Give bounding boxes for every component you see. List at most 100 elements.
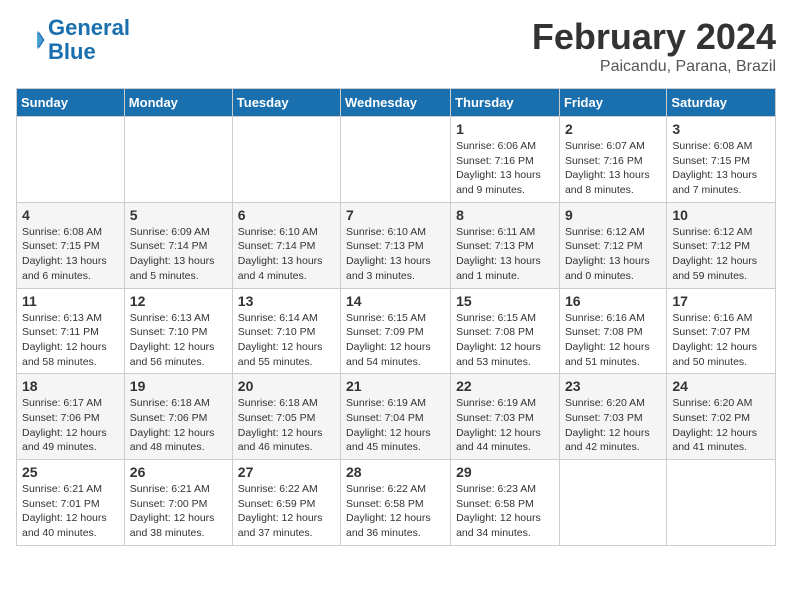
day-number: 10 xyxy=(672,207,770,223)
day-info: Sunrise: 6:08 AMSunset: 7:15 PMDaylight:… xyxy=(672,139,770,198)
day-info: Sunrise: 6:10 AMSunset: 7:14 PMDaylight:… xyxy=(238,225,335,284)
day-info: Sunrise: 6:15 AMSunset: 7:08 PMDaylight:… xyxy=(456,311,554,370)
day-number: 25 xyxy=(22,464,119,480)
week-row-1: 1 Sunrise: 6:06 AMSunset: 7:16 PMDaylight… xyxy=(17,117,776,203)
day-number: 8 xyxy=(456,207,554,223)
day-info: Sunrise: 6:22 AMSunset: 6:59 PMDaylight:… xyxy=(238,482,335,541)
day-number: 22 xyxy=(456,378,554,394)
logo-icon xyxy=(16,25,46,55)
day-number: 12 xyxy=(130,293,227,309)
day-info: Sunrise: 6:15 AMSunset: 7:09 PMDaylight:… xyxy=(346,311,445,370)
day-cell: 24Sunrise: 6:20 AMSunset: 7:02 PMDayligh… xyxy=(667,374,776,460)
day-number: 4 xyxy=(22,207,119,223)
day-cell xyxy=(17,117,125,203)
day-cell: 12 Sunrise: 6:13 AMSunset: 7:10 PMDayligh… xyxy=(124,288,232,374)
day-info: Sunrise: 6:13 AMSunset: 7:10 PMDaylight:… xyxy=(130,311,227,370)
day-cell: 17Sunrise: 6:16 AMSunset: 7:07 PMDayligh… xyxy=(667,288,776,374)
day-cell: 18Sunrise: 6:17 AMSunset: 7:06 PMDayligh… xyxy=(17,374,125,460)
day-number: 21 xyxy=(346,378,445,394)
day-cell: 1 Sunrise: 6:06 AMSunset: 7:16 PMDaylight… xyxy=(451,117,560,203)
day-cell: 20 Sunrise: 6:18 AMSunset: 7:05 PMDayligh… xyxy=(232,374,340,460)
header-cell-friday: Friday xyxy=(559,89,666,117)
day-cell xyxy=(341,117,451,203)
day-cell: 3 Sunrise: 6:08 AMSunset: 7:15 PMDaylight… xyxy=(667,117,776,203)
title-block: February 2024 Paicandu, Parana, Brazil xyxy=(532,16,776,76)
day-info: Sunrise: 6:13 AMSunset: 7:11 PMDaylight:… xyxy=(22,311,119,370)
day-info: Sunrise: 6:09 AMSunset: 7:14 PMDaylight:… xyxy=(130,225,227,284)
day-info: Sunrise: 6:12 AMSunset: 7:12 PMDaylight:… xyxy=(565,225,661,284)
header-cell-sunday: Sunday xyxy=(17,89,125,117)
header-cell-thursday: Thursday xyxy=(451,89,560,117)
day-info: Sunrise: 6:17 AMSunset: 7:06 PMDaylight:… xyxy=(22,396,119,455)
day-number: 3 xyxy=(672,121,770,137)
calendar-header: SundayMondayTuesdayWednesdayThursdayFrid… xyxy=(17,89,776,117)
day-info: Sunrise: 6:10 AMSunset: 7:13 PMDaylight:… xyxy=(346,225,445,284)
day-cell: 9Sunrise: 6:12 AMSunset: 7:12 PMDaylight… xyxy=(559,202,666,288)
day-cell: 25 Sunrise: 6:21 AMSunset: 7:01 PMDayligh… xyxy=(17,460,125,546)
day-cell: 13 Sunrise: 6:14 AMSunset: 7:10 PMDayligh… xyxy=(232,288,340,374)
logo-line1: General xyxy=(48,15,130,40)
week-row-5: 25 Sunrise: 6:21 AMSunset: 7:01 PMDayligh… xyxy=(17,460,776,546)
day-info: Sunrise: 6:19 AMSunset: 7:03 PMDaylight:… xyxy=(456,396,554,455)
day-number: 11 xyxy=(22,293,119,309)
logo-line2: Blue xyxy=(48,39,96,64)
header-cell-wednesday: Wednesday xyxy=(341,89,451,117)
day-number: 20 xyxy=(238,378,335,394)
day-cell xyxy=(667,460,776,546)
day-number: 14 xyxy=(346,293,445,309)
location: Paicandu, Parana, Brazil xyxy=(532,58,776,76)
day-number: 15 xyxy=(456,293,554,309)
day-cell: 15 Sunrise: 6:15 AMSunset: 7:08 PMDayligh… xyxy=(451,288,560,374)
day-cell: 14 Sunrise: 6:15 AMSunset: 7:09 PMDayligh… xyxy=(341,288,451,374)
day-info: Sunrise: 6:18 AMSunset: 7:06 PMDaylight:… xyxy=(130,396,227,455)
header-cell-tuesday: Tuesday xyxy=(232,89,340,117)
day-number: 23 xyxy=(565,378,661,394)
day-cell: 28Sunrise: 6:22 AMSunset: 6:58 PMDayligh… xyxy=(341,460,451,546)
day-number: 27 xyxy=(238,464,335,480)
week-row-2: 4 Sunrise: 6:08 AMSunset: 7:15 PMDaylight… xyxy=(17,202,776,288)
day-cell: 6Sunrise: 6:10 AMSunset: 7:14 PMDaylight… xyxy=(232,202,340,288)
day-info: Sunrise: 6:23 AMSunset: 6:58 PMDaylight:… xyxy=(456,482,554,541)
day-number: 7 xyxy=(346,207,445,223)
day-number: 29 xyxy=(456,464,554,480)
day-cell xyxy=(124,117,232,203)
day-cell: 27 Sunrise: 6:22 AMSunset: 6:59 PMDayligh… xyxy=(232,460,340,546)
header-row: SundayMondayTuesdayWednesdayThursdayFrid… xyxy=(17,89,776,117)
calendar-table: SundayMondayTuesdayWednesdayThursdayFrid… xyxy=(16,88,776,546)
logo: General Blue xyxy=(16,16,130,64)
day-cell: 19 Sunrise: 6:18 AMSunset: 7:06 PMDayligh… xyxy=(124,374,232,460)
day-info: Sunrise: 6:16 AMSunset: 7:08 PMDaylight:… xyxy=(565,311,661,370)
page-header: General Blue February 2024 Paicandu, Par… xyxy=(16,16,776,76)
day-number: 5 xyxy=(130,207,227,223)
week-row-3: 11 Sunrise: 6:13 AMSunset: 7:11 PMDayligh… xyxy=(17,288,776,374)
day-info: Sunrise: 6:12 AMSunset: 7:12 PMDaylight:… xyxy=(672,225,770,284)
day-info: Sunrise: 6:18 AMSunset: 7:05 PMDaylight:… xyxy=(238,396,335,455)
day-cell: 7 Sunrise: 6:10 AMSunset: 7:13 PMDaylight… xyxy=(341,202,451,288)
day-cell: 11 Sunrise: 6:13 AMSunset: 7:11 PMDayligh… xyxy=(17,288,125,374)
header-cell-saturday: Saturday xyxy=(667,89,776,117)
day-info: Sunrise: 6:06 AMSunset: 7:16 PMDaylight:… xyxy=(456,139,554,198)
month-title: February 2024 xyxy=(532,16,776,58)
day-info: Sunrise: 6:08 AMSunset: 7:15 PMDaylight:… xyxy=(22,225,119,284)
day-cell: 2Sunrise: 6:07 AMSunset: 7:16 PMDaylight… xyxy=(559,117,666,203)
day-number: 17 xyxy=(672,293,770,309)
header-cell-monday: Monday xyxy=(124,89,232,117)
day-number: 24 xyxy=(672,378,770,394)
day-cell xyxy=(232,117,340,203)
day-info: Sunrise: 6:20 AMSunset: 7:03 PMDaylight:… xyxy=(565,396,661,455)
day-number: 13 xyxy=(238,293,335,309)
day-cell: 29 Sunrise: 6:23 AMSunset: 6:58 PMDayligh… xyxy=(451,460,560,546)
logo-text: General Blue xyxy=(48,16,130,64)
day-info: Sunrise: 6:21 AMSunset: 7:01 PMDaylight:… xyxy=(22,482,119,541)
day-cell: 10 Sunrise: 6:12 AMSunset: 7:12 PMDayligh… xyxy=(667,202,776,288)
day-cell: 26Sunrise: 6:21 AMSunset: 7:00 PMDayligh… xyxy=(124,460,232,546)
day-info: Sunrise: 6:11 AMSunset: 7:13 PMDaylight:… xyxy=(456,225,554,284)
week-row-4: 18Sunrise: 6:17 AMSunset: 7:06 PMDayligh… xyxy=(17,374,776,460)
day-number: 16 xyxy=(565,293,661,309)
day-number: 1 xyxy=(456,121,554,137)
day-info: Sunrise: 6:14 AMSunset: 7:10 PMDaylight:… xyxy=(238,311,335,370)
calendar-body: 1 Sunrise: 6:06 AMSunset: 7:16 PMDaylight… xyxy=(17,117,776,546)
day-number: 2 xyxy=(565,121,661,137)
day-number: 26 xyxy=(130,464,227,480)
day-number: 19 xyxy=(130,378,227,394)
